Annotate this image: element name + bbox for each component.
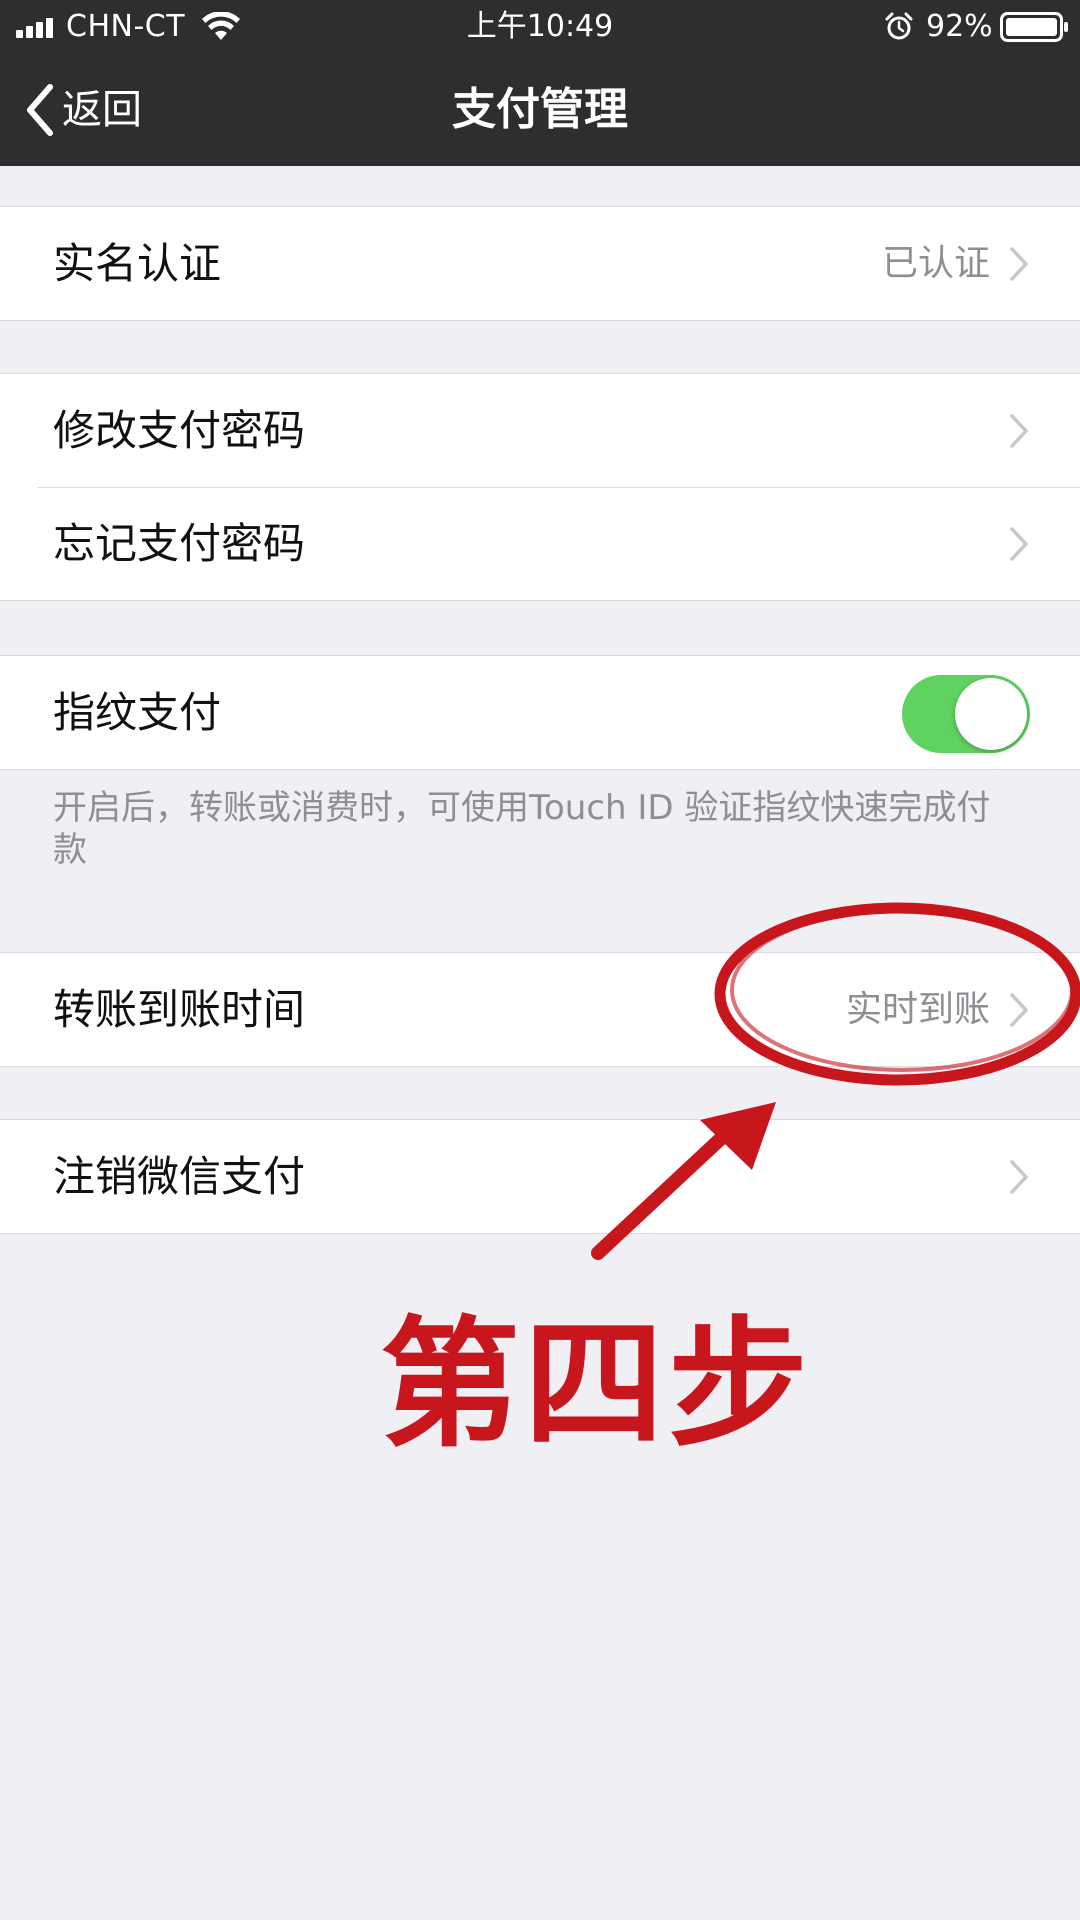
- chevron-right-icon: [1010, 1160, 1028, 1194]
- chevron-right-icon: [1010, 993, 1028, 1027]
- transfer-arrival-value: 实时到账: [845, 989, 990, 1030]
- status-time: 上午10:49: [466, 9, 614, 44]
- row-label: 指纹支付: [53, 688, 222, 737]
- row-deactivate-wechat-pay[interactable]: 注销微信支付: [0, 1120, 1080, 1233]
- chevron-right-icon: [1010, 414, 1028, 448]
- navigation-bar: 返回 支付管理: [0, 54, 1080, 166]
- status-bar: CHN-CT 上午10:49 92%: [0, 0, 1080, 54]
- row-label: 修改支付密码: [53, 406, 306, 455]
- row-label: 注销微信支付: [53, 1152, 306, 1201]
- row-fingerprint-payment: 指纹支付: [0, 656, 1080, 769]
- fingerprint-payment-toggle[interactable]: [902, 675, 1030, 753]
- battery-percentage: 92%: [926, 9, 993, 44]
- verification-status: 已认证: [881, 243, 990, 284]
- row-label: 忘记支付密码: [53, 519, 306, 568]
- row-real-name-verification[interactable]: 实名认证 已认证: [0, 207, 1080, 320]
- settings-group-verification: 实名认证 已认证: [0, 206, 1080, 321]
- row-change-payment-password[interactable]: 修改支付密码: [0, 374, 1080, 487]
- step-annotation-label: 第四步: [380, 1304, 813, 1467]
- page-title: 支付管理: [452, 84, 628, 135]
- settings-group-transfer: 转账到账时间 实时到账: [0, 952, 1080, 1067]
- row-forgot-payment-password[interactable]: 忘记支付密码: [0, 487, 1080, 600]
- settings-group-deactivate: 注销微信支付: [0, 1119, 1080, 1234]
- settings-group-fingerprint: 指纹支付: [0, 655, 1080, 770]
- toggle-knob: [955, 678, 1027, 750]
- chevron-right-icon: [1010, 247, 1028, 281]
- chevron-right-icon: [1010, 527, 1028, 561]
- payment-management-screen: CHN-CT 上午10:49 92% 返回 支付管理 实名认证 已认证 修改支付…: [0, 0, 1080, 1920]
- row-transfer-arrival-time[interactable]: 转账到账时间 实时到账: [0, 953, 1080, 1066]
- top-bar: CHN-CT 上午10:49 92% 返回 支付管理: [0, 0, 1080, 166]
- row-label: 转账到账时间: [53, 985, 306, 1034]
- settings-group-password: 修改支付密码 忘记支付密码: [0, 373, 1080, 601]
- alarm-icon: [885, 12, 913, 40]
- battery-icon: [1000, 12, 1068, 42]
- row-label: 实名认证: [53, 239, 222, 288]
- fingerprint-footnote: 开启后，转账或消费时，可使用Touch ID 验证指纹快速完成付款: [53, 788, 991, 870]
